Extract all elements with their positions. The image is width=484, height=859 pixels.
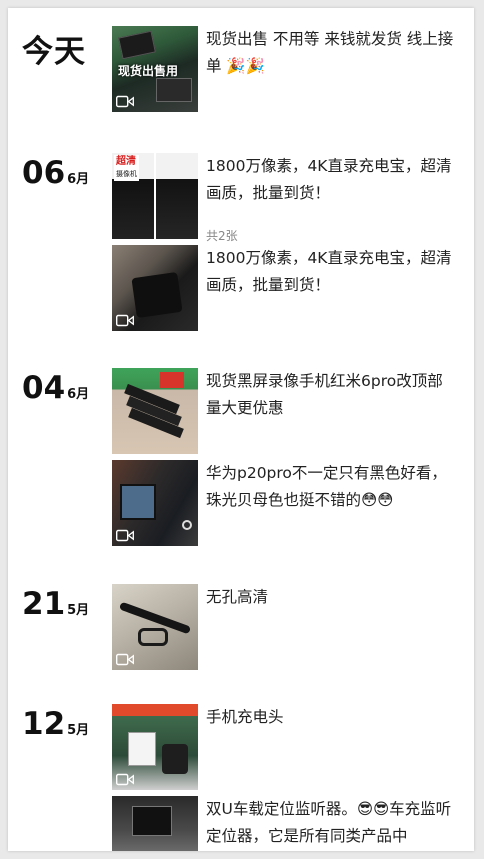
post-caption: 1800万像素，4K直录充电宝，超清画质，批量到货！ [206,249,452,294]
thumbnail-charger [128,732,156,766]
date-month: 6月 [67,387,90,402]
thumbnail-device [131,271,183,319]
thumbnail-glasses [138,628,168,646]
post-thumbnail[interactable] [112,245,198,331]
banner-title: 超清 [116,156,136,167]
post-caption: 手机充电头 [206,708,284,726]
date-month: 5月 [67,603,90,618]
thumbnail-hand [162,744,188,774]
post-thumbnail[interactable]: 现货出售用 [112,26,198,112]
post-item[interactable]: 华为p20pro不一定只有黑色好看，珠光贝母色也挺不错的😳😳 [112,460,462,546]
date-label: 04 6月 [22,370,89,406]
video-icon [116,653,134,666]
date-day: 12 [22,706,66,742]
thumbnail-banner: 超清 摄像机 [114,155,139,181]
post-caption: 双U车载定位监听器。😎😎车充监听定位器，它是所有同类产品中 [206,800,452,845]
post-caption: 华为p20pro不一定只有黑色好看，珠光贝母色也挺不错的😳😳 [206,464,447,509]
post-caption: 现货出售 不用等 来钱就发货 线上接单 🎉🎉 [206,30,454,75]
date-day: 04 [22,370,66,406]
thumbnail-image [156,153,198,239]
date-month: 5月 [67,723,90,738]
banner-subtitle: 摄像机 [116,170,137,178]
post-caption: 现货黑屏录像手机红米6pro改顶部量大更优惠 [206,372,443,417]
thumbnail-device [132,806,172,836]
post-thumbnail[interactable] [112,460,198,546]
thumbnail-screen [120,484,156,520]
moments-feed: 今天 现货出售用 现货出售 不用等 来钱就发货 线上接单 🎉🎉 06 6月 超清… [8,8,474,851]
date-label: 今天 [22,26,86,71]
post-caption: 无孔高清 [206,588,269,606]
date-label: 12 5月 [22,706,89,742]
post-item[interactable]: 双U车载定位监听器。😎😎车充监听定位器，它是所有同类产品中 [112,796,462,851]
post-thumbnail[interactable]: 超清 摄像机 [112,153,198,239]
thumbnail-device [156,78,192,102]
image-count: 共2张 [206,229,238,243]
date-day: 21 [22,586,66,622]
video-icon [116,773,134,786]
post-thumbnail[interactable] [112,796,198,851]
date-label: 21 5月 [22,586,89,622]
video-icon [116,529,134,542]
post-caption: 1800万像素，4K直录充电宝，超清画质，批量到货！ [206,157,452,202]
post-item[interactable]: 现货黑屏录像手机红米6pro改顶部量大更优惠 [112,368,462,454]
post-item[interactable]: 手机充电头 [112,704,462,790]
post-thumbnail[interactable] [112,584,198,670]
video-icon [116,95,134,108]
date-label: 06 6月 [22,155,89,191]
date-month: 6月 [67,172,90,187]
thumbnail-shutter [182,520,192,530]
thumbnail-box [160,372,184,388]
date-day: 06 [22,155,66,191]
today-label: 今天 [22,34,86,70]
post-item[interactable]: 超清摄像机 1800万像素，4K直录充电宝，超清画质，批量到货！ 共2张 [112,153,462,243]
thumbnail-overlay-text: 现货出售用 [118,64,179,78]
post-item[interactable]: 1800万像素，4K直录充电宝，超清画质，批量到货！ [112,245,462,331]
post-thumbnail[interactable] [112,368,198,454]
post-thumbnail[interactable] [112,704,198,790]
post-item[interactable]: 现货出售用 现货出售 不用等 来钱就发货 线上接单 🎉🎉 [112,26,462,112]
post-item[interactable]: 无孔高清 [112,584,462,670]
video-icon [116,314,134,327]
